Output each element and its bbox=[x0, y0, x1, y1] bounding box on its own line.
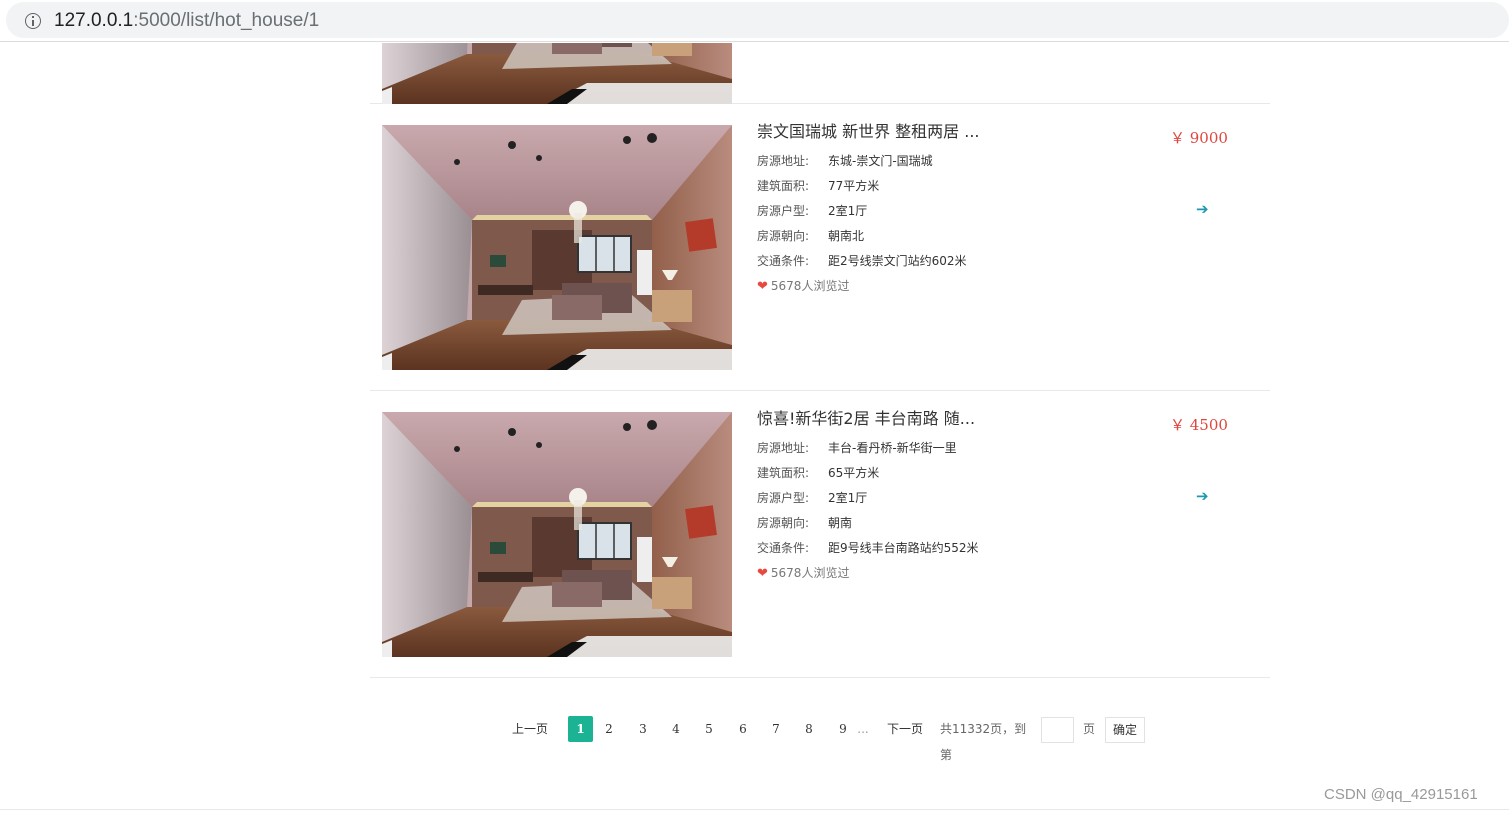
info-circle-icon[interactable] bbox=[25, 13, 41, 29]
view-count-text: 5678人浏览过 bbox=[770, 279, 850, 293]
area-value: 65平方米 bbox=[828, 466, 880, 480]
address-field[interactable]: 127.0.0.1:5000/list/hot_house/1 bbox=[6, 2, 1509, 38]
page-button-9[interactable]: 9 bbox=[832, 716, 854, 742]
orientation-label: 房源朝向: bbox=[757, 516, 810, 530]
layout-label: 房源户型: bbox=[757, 491, 810, 505]
house-item: 惊喜!新华街2居 丰台南路 随... 房源地址: 丰台-看丹桥-新华街一里 建筑面… bbox=[370, 391, 1270, 678]
layout-row: 房源户型: 2室1厅 bbox=[757, 199, 980, 224]
house-item-partial bbox=[370, 43, 1270, 104]
layout-label: 房源户型: bbox=[757, 204, 810, 218]
area-value: 77平方米 bbox=[828, 179, 880, 193]
orientation-value: 朝南北 bbox=[828, 229, 865, 243]
traffic-value: 距9号线丰台南路站约552米 bbox=[828, 541, 979, 555]
prev-page-button[interactable]: 上一页 bbox=[508, 716, 552, 742]
browser-address-bar: 127.0.0.1:5000/list/hot_house/1 bbox=[0, 0, 1509, 42]
page-button-4[interactable]: 4 bbox=[665, 716, 687, 742]
layout-row: 房源户型: 2室1厅 bbox=[757, 486, 979, 511]
page-button-1[interactable]: 1 bbox=[568, 716, 593, 742]
house-price: ￥ 4500 bbox=[1170, 416, 1228, 434]
total-pages-text: 共11332页，到第 bbox=[940, 722, 1027, 762]
url-host: 127.0.0.1 bbox=[54, 10, 134, 31]
page-button-7[interactable]: 7 bbox=[765, 716, 787, 742]
pagination: 上一页 1 2 3 4 5 6 7 8 9 ... 下一页 共11332页，到第… bbox=[0, 716, 1509, 762]
pagination-ellipsis: ... bbox=[857, 722, 869, 736]
next-page-button[interactable]: 下一页 bbox=[883, 716, 927, 742]
csdn-watermark: CSDN @qq_42915161 bbox=[1324, 786, 1478, 803]
url-text[interactable]: 127.0.0.1:5000/list/hot_house/1 bbox=[54, 9, 319, 33]
divider bbox=[0, 809, 1509, 810]
address-row: 房源地址: 丰台-看丹桥-新华街一里 bbox=[757, 436, 979, 461]
area-label: 建筑面积: bbox=[757, 466, 810, 480]
address-label: 房源地址: bbox=[757, 154, 810, 168]
house-photo[interactable] bbox=[382, 43, 732, 104]
house-photo[interactable] bbox=[382, 125, 732, 370]
traffic-value: 距2号线崇文门站约602米 bbox=[828, 254, 967, 268]
url-path: :5000/list/hot_house/1 bbox=[133, 10, 320, 31]
page-button-8[interactable]: 8 bbox=[798, 716, 820, 742]
orientation-value: 朝南 bbox=[828, 516, 853, 530]
traffic-label: 交通条件: bbox=[757, 541, 810, 555]
area-row: 建筑面积: 65平方米 bbox=[757, 461, 979, 486]
heart-icon: ❤ bbox=[757, 279, 768, 294]
house-photo[interactable] bbox=[382, 412, 732, 657]
layout-value: 2室1厅 bbox=[828, 204, 868, 218]
arrow-right-icon[interactable]: ➔ bbox=[1196, 487, 1209, 505]
traffic-row: 交通条件: 距2号线崇文门站约602米 bbox=[757, 249, 980, 274]
house-title[interactable]: 惊喜!新华街2居 丰台南路 随... bbox=[757, 409, 979, 429]
view-count-text: 5678人浏览过 bbox=[770, 566, 850, 580]
address-label: 房源地址: bbox=[757, 441, 810, 455]
orientation-row: 房源朝向: 朝南北 bbox=[757, 224, 980, 249]
address-value: 丰台-看丹桥-新华街一里 bbox=[828, 441, 957, 455]
arrow-right-icon[interactable]: ➔ bbox=[1196, 200, 1209, 218]
house-price: ￥ 9000 bbox=[1170, 129, 1228, 147]
page-content: 崇文国瑞城 新世界 整租两居 ... 房源地址: 东城-崇文门-国瑞城 建筑面积:… bbox=[0, 43, 1509, 814]
house-details: 惊喜!新华街2居 丰台南路 随... 房源地址: 丰台-看丹桥-新华街一里 建筑面… bbox=[757, 409, 979, 586]
page-button-2[interactable]: 2 bbox=[598, 716, 620, 742]
layout-value: 2室1厅 bbox=[828, 491, 868, 505]
house-details: 崇文国瑞城 新世界 整租两居 ... 房源地址: 东城-崇文门-国瑞城 建筑面积:… bbox=[757, 122, 980, 299]
heart-icon: ❤ bbox=[757, 566, 768, 581]
jump-page-input[interactable] bbox=[1041, 717, 1074, 743]
page-unit-label: 页 bbox=[1082, 722, 1095, 736]
page-button-6[interactable]: 6 bbox=[732, 716, 754, 742]
orientation-row: 房源朝向: 朝南 bbox=[757, 511, 979, 536]
address-value: 东城-崇文门-国瑞城 bbox=[828, 154, 933, 168]
area-label: 建筑面积: bbox=[757, 179, 810, 193]
area-row: 建筑面积: 77平方米 bbox=[757, 174, 980, 199]
orientation-label: 房源朝向: bbox=[757, 229, 810, 243]
view-count: ❤ 5678人浏览过 bbox=[757, 274, 980, 299]
page-button-5[interactable]: 5 bbox=[698, 716, 720, 742]
view-count: ❤ 5678人浏览过 bbox=[757, 561, 979, 586]
address-row: 房源地址: 东城-崇文门-国瑞城 bbox=[757, 149, 980, 174]
traffic-label: 交通条件: bbox=[757, 254, 810, 268]
traffic-row: 交通条件: 距9号线丰台南路站约552米 bbox=[757, 536, 979, 561]
house-item: 崇文国瑞城 新世界 整租两居 ... 房源地址: 东城-崇文门-国瑞城 建筑面积:… bbox=[370, 104, 1270, 391]
page-button-3[interactable]: 3 bbox=[632, 716, 654, 742]
house-title[interactable]: 崇文国瑞城 新世界 整租两居 ... bbox=[757, 122, 980, 142]
confirm-jump-button[interactable]: 确定 bbox=[1105, 717, 1145, 743]
